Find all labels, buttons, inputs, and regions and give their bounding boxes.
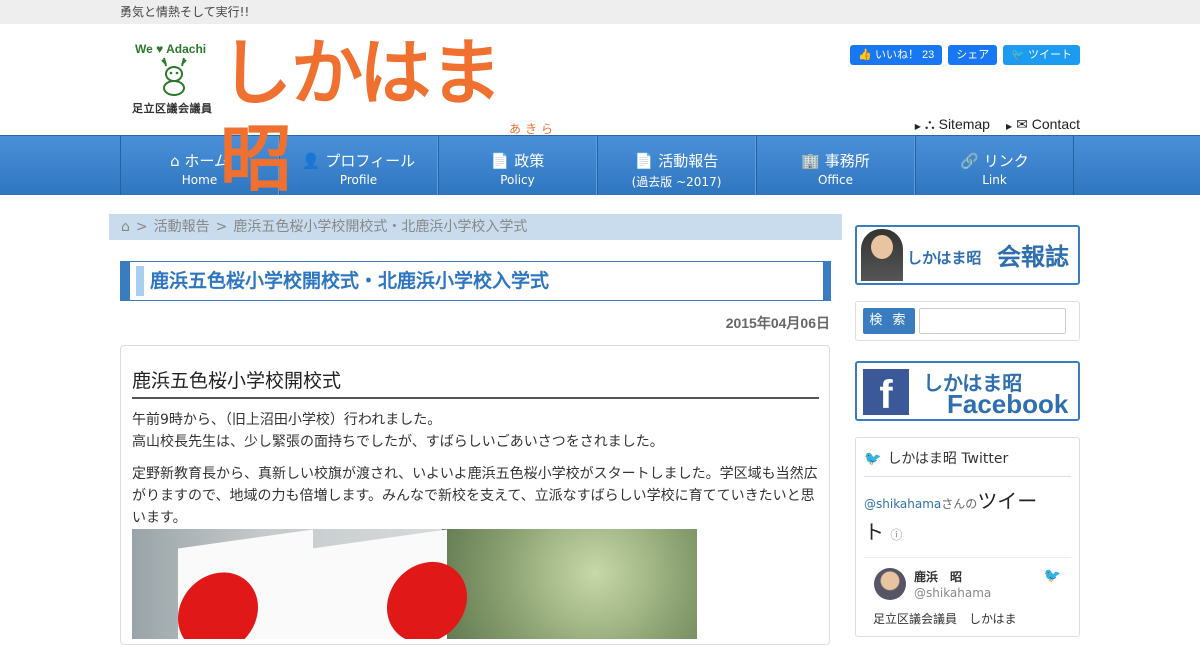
nav-link-label: 🔗 リンク <box>960 152 1029 170</box>
sitemap-icon: ⛬ <box>924 116 939 132</box>
breadcrumb-category[interactable]: 活動報告 <box>154 219 210 235</box>
contact-link[interactable]: ▶ ✉ Contact <box>1006 116 1080 133</box>
tweet-button[interactable]: 🐦 ツイート <box>1003 45 1080 65</box>
sitemap-link[interactable]: ▶ ⛬ Sitemap <box>915 116 990 133</box>
article-photo <box>132 529 697 639</box>
arrow-icon: ▶ <box>914 122 921 131</box>
tweet-bio: 足立区議会議員 しかはま <box>873 612 1017 626</box>
page-title: 鹿浜五色桜小学校開校式・北鹿浜小学校入学式 <box>120 261 831 301</box>
post-date: 2015年04月06日 <box>725 315 830 331</box>
tagline: 勇気と情熱そして実行!! <box>0 0 1200 24</box>
sitemap-label: Sitemap <box>938 116 990 132</box>
newsletter-label: 会報誌 <box>997 243 1069 271</box>
nav-office-label: 🏢 事務所 <box>801 152 870 170</box>
arrow-icon: ▶ <box>1005 122 1013 131</box>
candidate-photo <box>861 229 903 281</box>
japan-flag-image <box>178 529 313 639</box>
twitter-bird-icon: 🐦 <box>1043 568 1061 584</box>
nav-activity-sublabel: (過去版 ~2017) <box>631 175 722 189</box>
twitter-widget-title: 🐦 しかはま昭 Twitter <box>864 448 1071 477</box>
main-content: ⌂ > 活動報告 > 鹿浜五色桜小学校開校式・北鹿浜小学校入学式 鹿浜五色桜小学校開校式… <box>109 214 842 645</box>
timeline-handle: @shikahama <box>864 497 942 511</box>
breadcrumb-current: 鹿浜五色桜小学校開校式・北鹿浜小学校入学式 <box>233 219 528 235</box>
breadcrumb: ⌂ > 活動報告 > 鹿浜五色桜小学校開校式・北鹿浜小学校入学式 <box>109 214 842 240</box>
search-widget: 検 索 <box>855 301 1080 341</box>
nav-office[interactable]: 🏢 事務所 Office <box>756 136 915 195</box>
japan-flag-image <box>312 529 467 639</box>
nav-office-sublabel: Office <box>817 173 854 187</box>
search-input[interactable] <box>919 308 1066 334</box>
twitter-timeline-title[interactable]: @shikahamaさんのツイート ⓘ <box>864 487 1044 549</box>
breadcrumb-separator: > <box>215 219 228 235</box>
site-logo[interactable]: We ♥ Adachi 足立区議会議員 しかはま昭 あきら <box>132 31 572 201</box>
article-line: 高山校長先生は、少し緊張の面持ちでしたが、すばらしいごあいさつをされました。 <box>132 434 664 450</box>
facebook-share-button[interactable]: シェア <box>948 45 998 65</box>
twitter-bird-icon: 🐦 <box>864 451 882 467</box>
facebook-like-button[interactable]: 👍 いいね！ 23 <box>850 45 943 65</box>
nav-link[interactable]: 🔗 リンク Link <box>915 136 1074 195</box>
social-buttons: 👍 いいね！ 23 シェア 🐦 ツイート <box>850 45 1080 65</box>
nav-activity-label: 📄 活動報告 <box>634 152 719 170</box>
logo-we-adachi: We ♥ Adachi <box>135 42 207 56</box>
tweet-author-name[interactable]: 鹿浜 昭 <box>914 568 962 585</box>
home-icon[interactable]: ⌂ <box>121 219 130 235</box>
facebook-banner[interactable]: f しかはま昭 Facebook <box>855 361 1080 421</box>
logo-name: しかはま昭 <box>220 31 502 202</box>
deer-mascot-icon <box>161 57 187 96</box>
facebook-banner-label: Facebook <box>947 389 1069 419</box>
twitter-bird-icon: 🐦 <box>1011 49 1028 61</box>
contact-label: Contact <box>1031 116 1080 132</box>
newsletter-name: しかはま昭 <box>907 249 982 267</box>
newsletter-banner[interactable]: しかはま昭 会報誌 <box>855 225 1080 285</box>
site-header: We ♥ Adachi 足立区議会議員 しかはま昭 あきら 👍 いいね！ 23 … <box>0 24 1200 201</box>
utility-links: ▶ ⛬ Sitemap ▶ ✉ Contact <box>915 116 1080 133</box>
info-icon[interactable]: ⓘ <box>890 528 902 542</box>
twitter-widget-heading: しかはま昭 Twitter <box>887 451 1009 467</box>
logo-assembly-title: 足立区議会議員 <box>132 102 213 115</box>
article-body: 鹿浜五色桜小学校開校式 午前9時から、（旧上沼田小学校）行われました。高山校長先… <box>120 345 830 645</box>
timeline-san: さんの <box>941 497 978 511</box>
mail-icon: ✉ <box>1016 116 1032 132</box>
nav-activity[interactable]: 📄 活動報告 (過去版 ~2017) <box>597 136 756 195</box>
facebook-icon: f <box>863 369 909 417</box>
search-button[interactable]: 検 索 <box>863 308 915 334</box>
avatar[interactable] <box>874 568 906 600</box>
article-paragraph: 定野新教育長から、真新しい校旗が渡され、いよいよ鹿浜五色桜小学校がスタートしまし… <box>132 466 818 526</box>
main-nav: ⌂ ホーム Home 👤 プロフィール Profile 📄 政策 Policy 📄 活… <box>0 135 1200 195</box>
tweet-label: ツイート <box>1028 49 1072 61</box>
tweet-author-handle[interactable]: @shikahama <box>914 586 991 600</box>
article-line: 午前9時から、（旧上沼田小学校）行われました。 <box>132 412 442 428</box>
article-heading: 鹿浜五色桜小学校開校式 <box>132 366 819 399</box>
article-paragraph: 午前9時から、（旧上沼田小学校）行われました。高山校長先生は、少し緊張の面持ちで… <box>132 409 819 453</box>
twitter-widget: 🐦 しかはま昭 Twitter @shikahamaさんのツイート ⓘ 鹿浜 昭 … <box>855 437 1080 637</box>
logo-ruby: あきら <box>509 122 558 136</box>
breadcrumb-separator: > <box>135 219 148 235</box>
nav-link-sublabel: Link <box>982 173 1007 187</box>
photo-tree <box>442 529 697 639</box>
tweet-item[interactable]: 鹿浜 昭 @shikahama 🐦 <box>864 557 1071 617</box>
sidebar: しかはま昭 会報誌 検 索 f しかはま昭 Facebook 🐦 しかはま昭 Tw… <box>855 225 1080 637</box>
